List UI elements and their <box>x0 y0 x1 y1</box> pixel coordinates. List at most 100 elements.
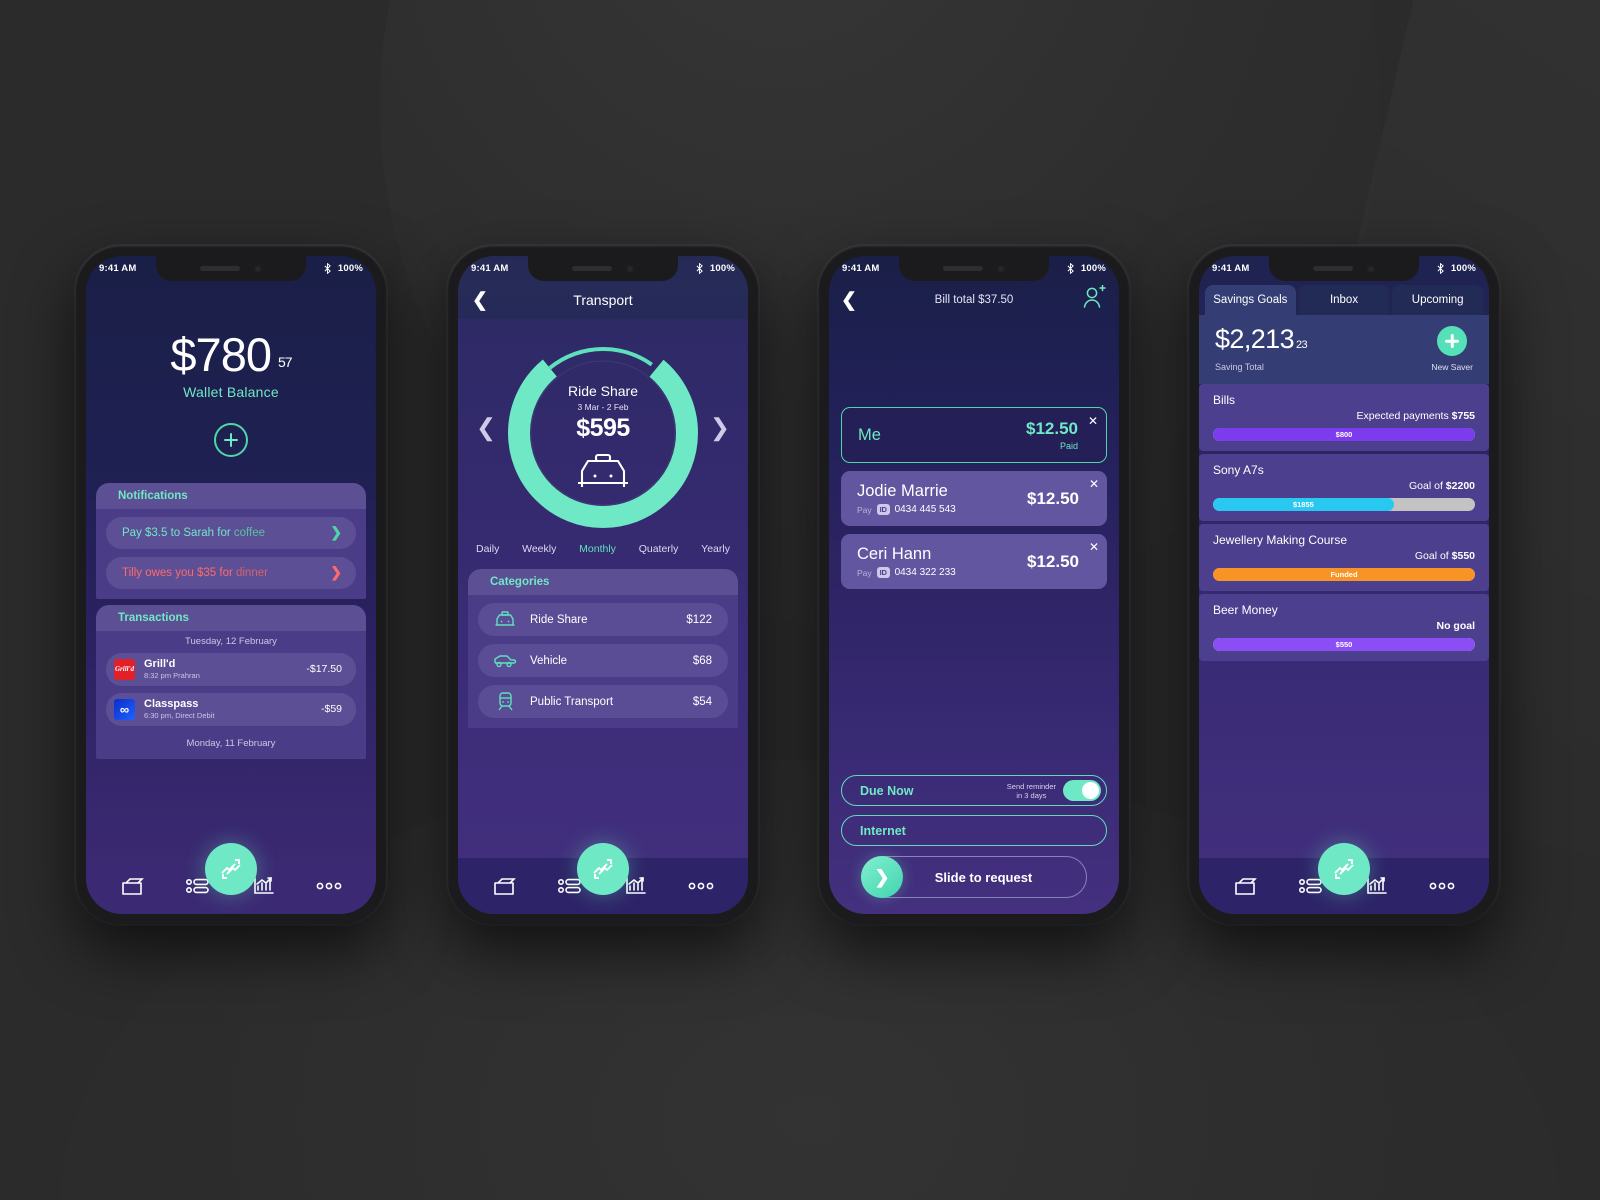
notification-tag: coffee <box>233 526 265 539</box>
goal-sub-prefix: Goal of <box>1414 550 1452 562</box>
category-row-ride-share[interactable]: Ride Share $122 <box>478 603 728 636</box>
notifications-header: Notifications <box>96 482 366 509</box>
participant-name: Me <box>858 425 881 444</box>
goal-card-beer-money[interactable]: Beer Money No goal $550 <box>1199 594 1489 661</box>
transaction-name: Grill'd <box>144 657 176 670</box>
tab-inbox[interactable]: Inbox <box>1298 285 1390 315</box>
notch <box>1269 256 1419 281</box>
category-label: Internet <box>860 823 906 838</box>
goal-subtitle: Goal of $2200 <box>1213 480 1475 492</box>
bottom-nav <box>458 843 748 914</box>
nav-transfer-fab[interactable] <box>1318 843 1370 895</box>
goal-card-jewellery[interactable]: Jewellery Making Course Goal of $550 Fun… <box>1199 524 1489 591</box>
close-icon[interactable]: ✕ <box>1088 415 1098 427</box>
savings-tabs: Savings Goals Inbox Upcoming <box>1199 281 1489 315</box>
new-saver-button[interactable]: New Saver <box>1431 326 1473 372</box>
slide-handle[interactable]: ❯ <box>861 856 903 898</box>
categories-header: Categories <box>468 569 738 595</box>
taxi-icon <box>492 611 518 628</box>
goal-progress-fill: $550 <box>1213 638 1475 651</box>
next-category-button[interactable]: ❯ <box>710 414 730 443</box>
prev-category-button[interactable]: ❮ <box>476 414 496 443</box>
nav-transfer-fab[interactable] <box>577 843 629 895</box>
nav-transfer-fab[interactable] <box>205 843 257 895</box>
period-yearly[interactable]: Yearly <box>701 543 730 555</box>
category-amount: $68 <box>692 654 712 667</box>
goal-sub-value: $2200 <box>1445 480 1475 492</box>
nav-more-icon[interactable] <box>687 873 715 899</box>
savings-goal-list: Bills Expected payments $755 $800 Sony A… <box>1199 384 1489 664</box>
close-icon[interactable]: ✕ <box>1089 478 1099 490</box>
participant-name: Jodie Marrie <box>857 482 948 500</box>
back-button[interactable]: ❮ <box>472 291 488 310</box>
transaction-row[interactable]: Grill'd Grill'd 8:32 pm Prahran -$17.50 <box>106 652 356 686</box>
tab-upcoming[interactable]: Upcoming <box>1392 285 1484 315</box>
goal-card-sony[interactable]: Sony A7s Goal of $2200 $1855 <box>1199 454 1489 521</box>
person-add-icon[interactable] <box>1081 284 1107 316</box>
merchant-logo-grilld: Grill'd <box>114 658 135 680</box>
donut-date-range: 3 Mar - 2 Feb <box>577 402 629 412</box>
phone-transport: 9:41 AM 100% ❮ Transport ❮ Ride Share 3 … <box>447 245 759 925</box>
new-saver-label: New Saver <box>1431 362 1473 372</box>
category-row-vehicle[interactable]: Vehicle $68 <box>478 644 728 677</box>
status-time: 9:41 AM <box>1212 263 1250 274</box>
status-battery: 100% <box>709 263 735 274</box>
bill-row-participant[interactable]: Jodie Marrie Pay ID 0434 445 543 $12.50 … <box>841 471 1107 527</box>
participant-phone: 0434 322 233 <box>894 567 956 579</box>
reminder-toggle[interactable] <box>1063 780 1101 801</box>
notification-item[interactable]: Tilly owes you $35 for dinner ❯ <box>106 556 356 589</box>
notification-text: Pay $3.5 to Sarah for <box>122 526 234 539</box>
category-amount: $122 <box>686 613 712 626</box>
nav-wallet-icon[interactable] <box>119 873 147 899</box>
tab-savings-goals[interactable]: Savings Goals <box>1205 285 1296 315</box>
notification-item[interactable]: Pay $3.5 to Sarah for coffee ❯ <box>106 516 356 549</box>
category-field[interactable]: Internet <box>841 815 1107 846</box>
transaction-amount: -$17.50 <box>306 663 342 676</box>
goal-subtitle: No goal <box>1213 620 1476 632</box>
speaker-grille <box>943 266 983 271</box>
slide-to-request[interactable]: ❯ Slide to request <box>861 856 1087 898</box>
category-row-public-transport[interactable]: Public Transport $54 <box>478 685 728 718</box>
taxi-icon <box>578 453 628 487</box>
goal-sub-prefix: Expected payments <box>1356 410 1452 422</box>
period-quarterly[interactable]: Quaterly <box>639 543 679 555</box>
close-icon[interactable]: ✕ <box>1089 541 1099 553</box>
nav-more-icon[interactable] <box>1428 873 1456 899</box>
period-daily[interactable]: Daily <box>476 543 499 555</box>
goal-card-bills[interactable]: Bills Expected payments $755 $800 <box>1199 384 1489 451</box>
chevron-right-icon[interactable]: ❯ <box>330 564 342 581</box>
wallet-balance-dollars: $780 <box>170 328 272 381</box>
slide-label: Slide to request <box>934 869 1033 885</box>
screen-savings: 9:41 AM 100% Savings Goals Inbox Upcomin… <box>1199 256 1489 914</box>
plus-icon <box>1437 326 1468 356</box>
category-name: Vehicle <box>530 654 568 667</box>
transactions-panel: Transactions Tuesday, 12 February Grill'… <box>96 604 366 759</box>
savings-total-dollars: $2,213 <box>1215 324 1295 354</box>
nav-wallet-icon[interactable] <box>491 873 519 899</box>
notch <box>528 256 678 281</box>
speaker-grille <box>1313 266 1353 271</box>
bluetooth-icon <box>696 263 703 274</box>
nav-wallet-icon[interactable] <box>1232 873 1260 899</box>
categories-panel: Categories Ride Share $122 Vehicle $68 P… <box>468 569 738 728</box>
chevron-right-icon[interactable]: ❯ <box>330 524 342 541</box>
train-icon <box>492 692 518 711</box>
transaction-row[interactable]: ∞ Classpass 6:30 pm, Direct Debit -$59 <box>106 692 356 726</box>
goal-sub-value: $755 <box>1451 410 1475 422</box>
goal-sub-prefix: Goal of <box>1409 480 1446 492</box>
back-button[interactable]: ❮ <box>841 289 857 312</box>
notifications-panel: Notifications Pay $3.5 to Sarah for coff… <box>96 482 366 599</box>
period-weekly[interactable]: Weekly <box>522 543 556 555</box>
bill-row-participant[interactable]: Ceri Hann Pay ID 0434 322 233 $12.50 ✕ <box>841 534 1107 590</box>
wallet-hero: $780 57 Wallet Balance <box>86 281 376 457</box>
participant-amount: $12.50 <box>1027 488 1079 508</box>
due-date-field[interactable]: Due Now Send reminder in 3 days <box>841 775 1107 806</box>
status-battery: 100% <box>337 263 363 274</box>
bill-row-me[interactable]: Me $12.50 Paid ✕ <box>841 407 1107 463</box>
nav-more-icon[interactable] <box>315 873 343 899</box>
goal-title: Beer Money <box>1213 603 1278 617</box>
period-monthly[interactable]: Monthly <box>579 543 616 555</box>
goal-subtitle: Expected payments $755 <box>1213 410 1476 422</box>
bottom-nav <box>86 843 376 914</box>
add-funds-button[interactable] <box>214 422 248 457</box>
